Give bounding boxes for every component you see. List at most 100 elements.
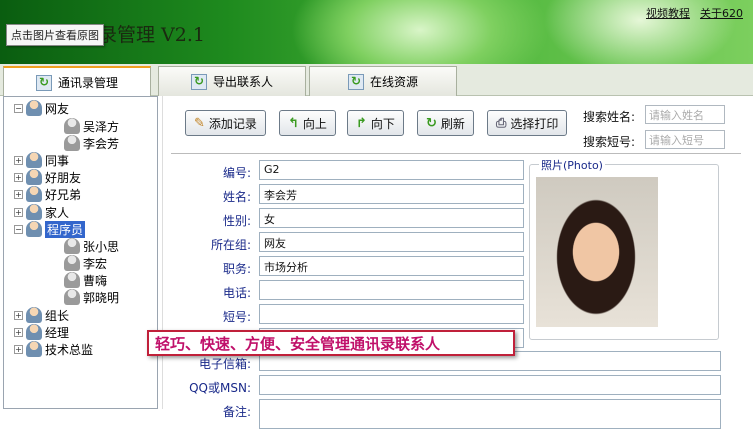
arrow-up-icon: ↰ bbox=[288, 115, 299, 131]
person-icon bbox=[64, 135, 80, 151]
tree-group[interactable]: + 家人 bbox=[14, 203, 69, 221]
group-icon bbox=[26, 221, 42, 237]
tree-group[interactable]: + 好朋友 bbox=[14, 168, 81, 186]
tree-label: 好朋友 bbox=[45, 170, 82, 185]
group-icon bbox=[26, 204, 42, 220]
name-field[interactable]: 李会芳 bbox=[259, 184, 524, 204]
refresh-icon: ↻ bbox=[426, 115, 437, 131]
tree-group[interactable]: + 组长 bbox=[14, 306, 69, 324]
expand-icon[interactable]: + bbox=[14, 189, 23, 199]
search-short-input[interactable]: 请输入短号 bbox=[645, 130, 725, 149]
tree-contact[interactable]: 郭晓明 bbox=[64, 288, 119, 306]
short-field[interactable] bbox=[259, 304, 524, 324]
phone-field[interactable] bbox=[259, 280, 524, 300]
tree-group[interactable]: + 经理 bbox=[14, 323, 69, 341]
note-label: 备注: bbox=[222, 405, 251, 419]
tree-label: 技术总监 bbox=[45, 342, 94, 357]
expand-icon[interactable]: + bbox=[14, 310, 23, 320]
group-icon bbox=[26, 307, 42, 323]
button-label: 向下 bbox=[370, 116, 395, 131]
tree-contact[interactable]: 李会芳 bbox=[64, 134, 119, 152]
gender-field[interactable]: 女 bbox=[259, 208, 524, 228]
button-label: 刷新 bbox=[440, 116, 465, 131]
tree-label: 好兄弟 bbox=[45, 187, 82, 202]
contact-photo[interactable] bbox=[536, 177, 658, 327]
group-icon bbox=[26, 169, 42, 185]
tree-group[interactable]: − 网友 bbox=[14, 99, 69, 117]
tree-group[interactable]: + 好兄弟 bbox=[14, 185, 81, 203]
tab-contacts[interactable]: 通讯录管理 bbox=[3, 66, 151, 97]
button-label: 添加记录 bbox=[208, 116, 257, 131]
tab-export[interactable]: 导出联系人 bbox=[158, 66, 306, 96]
person-icon bbox=[64, 118, 80, 134]
person-icon bbox=[64, 255, 80, 271]
refresh-button[interactable]: ↻ 刷新 bbox=[417, 110, 474, 136]
search-name-label: 搜索姓名: bbox=[583, 110, 636, 124]
tree-label: 李宏 bbox=[83, 256, 108, 271]
tree-contact[interactable]: 曹嗨 bbox=[64, 271, 107, 289]
job-label: 职务: bbox=[222, 262, 251, 276]
note-field[interactable] bbox=[259, 399, 721, 429]
expand-icon[interactable]: + bbox=[14, 344, 23, 354]
printer-icon: ⎙ bbox=[496, 115, 507, 131]
tab-label: 通讯录管理 bbox=[57, 76, 118, 90]
group-icon bbox=[26, 324, 42, 340]
expand-icon[interactable]: + bbox=[14, 155, 23, 165]
button-label: 向上 bbox=[302, 116, 327, 131]
tree-contact[interactable]: 张小思 bbox=[64, 237, 119, 255]
person-icon bbox=[64, 238, 80, 254]
collapse-icon[interactable]: − bbox=[14, 103, 23, 113]
expand-icon[interactable]: + bbox=[14, 172, 23, 182]
group-icon bbox=[26, 186, 42, 202]
promo-banner: 轻巧、快速、方便、安全管理通讯录联系人 bbox=[147, 330, 515, 356]
group-icon bbox=[26, 100, 42, 116]
tree-label: 张小思 bbox=[83, 239, 120, 254]
job-field[interactable]: 市场分析 bbox=[259, 256, 524, 276]
move-down-button[interactable]: ↱ 向下 bbox=[347, 110, 404, 136]
tree-contact[interactable]: 李宏 bbox=[64, 254, 107, 272]
tree-contact[interactable]: 吴泽方 bbox=[64, 117, 119, 135]
gender-label: 性别: bbox=[222, 214, 251, 228]
tree-label: 曹嗨 bbox=[83, 273, 108, 288]
edit-icon: ✎ bbox=[194, 115, 205, 131]
tree-label: 吴泽方 bbox=[83, 119, 120, 134]
tooltip: 点击图片查看原图 bbox=[6, 24, 104, 46]
move-up-button[interactable]: ↰ 向上 bbox=[279, 110, 336, 136]
divider bbox=[171, 153, 741, 154]
tab-label: 在线资源 bbox=[369, 75, 418, 89]
refresh-doc-icon bbox=[347, 73, 364, 90]
detail-panel: ✎ 添加记录 ↰ 向上 ↱ 向下 ↻ 刷新 ⎙ 选择打印 搜索姓名: 请输入姓名 搜索短号… bbox=[162, 96, 753, 429]
tree-label: 郭晓明 bbox=[83, 290, 120, 305]
arrow-down-icon: ↱ bbox=[356, 115, 367, 131]
search-short-label: 搜索短号: bbox=[583, 135, 636, 149]
tree-label: 经理 bbox=[45, 325, 70, 340]
video-tutorial-link[interactable]: 视频教程 bbox=[646, 5, 690, 21]
expand-icon[interactable]: + bbox=[14, 207, 23, 217]
about-link[interactable]: 关于620 bbox=[700, 5, 743, 21]
tab-label: 导出联系人 bbox=[212, 75, 273, 89]
collapse-icon[interactable]: − bbox=[14, 224, 23, 234]
person-icon bbox=[64, 272, 80, 288]
tree-group[interactable]: + 同事 bbox=[14, 151, 69, 169]
group-icon bbox=[26, 341, 42, 357]
print-button[interactable]: ⎙ 选择打印 bbox=[487, 110, 568, 136]
tree-group[interactable]: + 技术总监 bbox=[14, 340, 93, 358]
refresh-doc-icon bbox=[190, 73, 207, 90]
id-field[interactable]: G2 bbox=[259, 160, 524, 180]
group-label: 所在组: bbox=[210, 238, 251, 252]
contact-tree[interactable]: − 网友 吴泽方 李会芳 + 同事 + 好朋友 + 好兄弟 + 家人 − 程序员 张小思 李… bbox=[3, 96, 158, 409]
tree-label: 网友 bbox=[45, 101, 70, 116]
qq-label: QQ或MSN: bbox=[189, 381, 251, 395]
group-icon bbox=[26, 152, 42, 168]
tree-label: 家人 bbox=[45, 205, 70, 220]
tab-online[interactable]: 在线资源 bbox=[309, 66, 457, 96]
photo-label: 照片(Photo) bbox=[539, 157, 605, 173]
name-label: 姓名: bbox=[222, 190, 251, 204]
tree-label: 程序员 bbox=[45, 220, 86, 238]
add-record-button[interactable]: ✎ 添加记录 bbox=[185, 110, 266, 136]
group-field[interactable]: 网友 bbox=[259, 232, 524, 252]
tree-group-selected[interactable]: − 程序员 bbox=[14, 220, 86, 238]
search-name-input[interactable]: 请输入姓名 bbox=[645, 105, 725, 124]
qq-field[interactable] bbox=[259, 375, 721, 395]
expand-icon[interactable]: + bbox=[14, 327, 23, 337]
